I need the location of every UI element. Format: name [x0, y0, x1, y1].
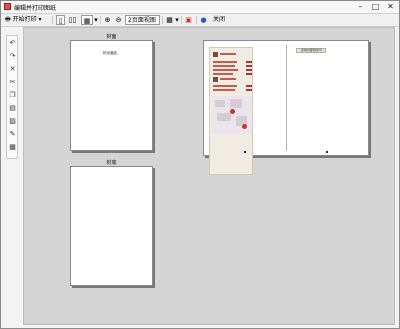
page-marker	[326, 151, 328, 153]
map-block	[217, 113, 231, 121]
front-page-text: 杭州酒店	[103, 51, 117, 55]
map-pin-icon	[230, 109, 235, 114]
pdf-export-icon[interactable]: ▣	[184, 15, 193, 25]
map-block	[230, 99, 242, 108]
map-block	[215, 100, 225, 107]
edit-image-icon[interactable]: ✎	[8, 130, 17, 139]
zoom-out-icon[interactable]: ⊖	[114, 15, 123, 25]
chevron-down-icon: ▾	[38, 16, 42, 23]
event-info-chip: 活动内容和时间	[296, 48, 326, 53]
back-page-label: 封底	[106, 160, 117, 166]
print-editor-window: 编辑并打印图纸 – □ ✕ 🖶 开始打印 ▾ ▯ ▯▯ ▦ ▾ ⊕ ⊖ 2页面视…	[0, 0, 400, 329]
paste-icon[interactable]: ▤	[8, 104, 17, 113]
printer-icon: 🖶	[5, 16, 11, 23]
copy-icon[interactable]: ❐	[8, 91, 17, 100]
menu-line	[213, 65, 235, 67]
start-print-label: 开始打印	[12, 16, 37, 23]
toolbar-separator	[52, 16, 53, 24]
spread-page[interactable]: 活动内容和时间	[203, 40, 369, 175]
map-illustration	[212, 96, 252, 134]
menu-line	[213, 61, 237, 63]
preview-canvas[interactable]: 封面 杭州酒店 封底 活动内容和时间	[23, 27, 395, 325]
menu-price	[246, 85, 252, 87]
zoom-in-icon[interactable]: ⊕	[103, 15, 112, 25]
menu-price	[246, 65, 252, 67]
front-page[interactable]: 杭州酒店	[70, 40, 153, 151]
toolbar-separator	[181, 16, 182, 24]
page-marker	[244, 151, 246, 153]
window-title: 编辑并打印图纸	[14, 5, 57, 12]
menu-thumbnail	[213, 52, 218, 57]
minimize-button[interactable]: –	[355, 2, 366, 11]
undo-icon[interactable]: ↶	[8, 39, 17, 48]
back-page[interactable]	[70, 166, 153, 286]
grid-dropdown-icon[interactable]: ▾	[174, 15, 180, 25]
help-icon[interactable]: ●	[199, 15, 208, 25]
title-bar: 编辑并打印图纸 – □ ✕	[1, 1, 399, 14]
toolbar: 🖶 开始打印 ▾ ▯ ▯▯ ▦ ▾ ⊕ ⊖ 2页面视图 ▾ ▦ ▾ ▣ ● 关闭	[1, 14, 399, 34]
page-view-value: 2页面视图	[128, 17, 156, 24]
cut-icon[interactable]: ✂	[8, 78, 17, 87]
toolbar-separator	[100, 16, 101, 24]
menu-line	[213, 85, 237, 87]
map-pin-icon	[242, 124, 247, 129]
menu-heading	[220, 78, 236, 80]
menu-price	[246, 89, 252, 91]
two-page-view-icon[interactable]: ▯▯	[68, 15, 77, 25]
redo-icon[interactable]: ↷	[8, 52, 17, 61]
maximize-button[interactable]: □	[370, 2, 381, 11]
menu-thumbnail	[213, 77, 218, 82]
menu-line	[213, 69, 238, 71]
tool-sidebar: ↶ ↷ ✕ ✂ ❐ ▤ ▨ ✎ ▦	[6, 35, 18, 159]
close-button[interactable]: 关闭	[213, 15, 229, 25]
layout-view-button[interactable]: ▦	[81, 15, 93, 25]
start-print-button[interactable]: 🖶 开始打印 ▾	[5, 15, 51, 25]
close-window-button[interactable]: ✕	[385, 2, 396, 11]
grid-icon[interactable]: ▦	[165, 15, 174, 25]
spread-fold-line	[286, 45, 287, 151]
menu-price	[246, 61, 252, 63]
layout-dropdown-icon[interactable]: ▾	[93, 15, 99, 25]
menu-panel	[209, 47, 253, 175]
page-view-select[interactable]: 2页面视图 ▾	[125, 15, 160, 34]
toolbar-separator	[196, 16, 197, 24]
menu-price	[246, 73, 252, 75]
menu-line	[213, 89, 235, 91]
toolbar-separator	[162, 16, 163, 24]
menu-line	[213, 73, 233, 75]
menu-price	[246, 69, 252, 71]
crop-icon[interactable]: ▦	[8, 143, 17, 152]
front-page-label: 封面	[106, 34, 117, 40]
image-icon[interactable]: ▨	[8, 117, 17, 126]
menu-heading	[220, 53, 236, 55]
delete-icon[interactable]: ✕	[8, 65, 17, 74]
app-icon	[4, 3, 11, 10]
single-page-view-button[interactable]: ▯	[56, 15, 65, 25]
